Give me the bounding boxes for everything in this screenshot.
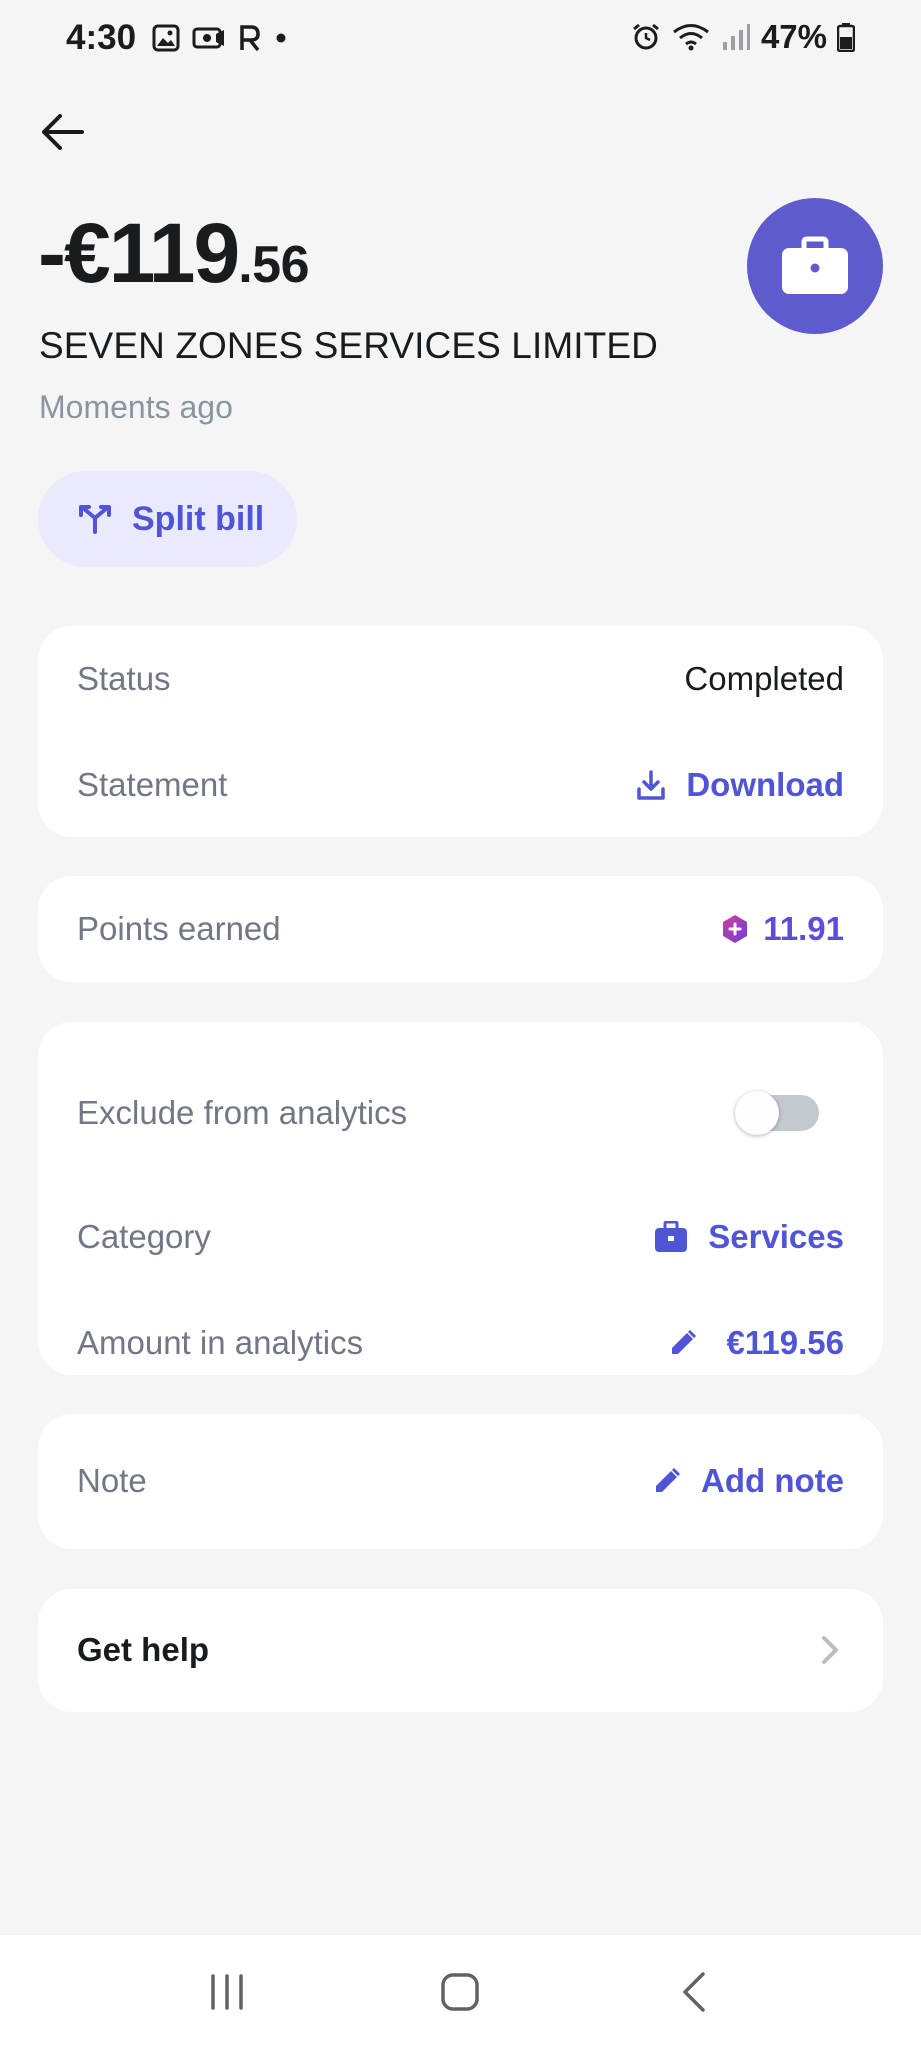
category-row[interactable]: Category Services [38,1202,883,1272]
briefcase-icon [782,236,848,294]
pencil-icon [671,1329,696,1354]
add-note-button[interactable]: Add note [653,1462,844,1500]
gallery-icon [152,24,180,52]
camera-icon [192,27,224,49]
category-text: Services [708,1218,844,1255]
status-left-icons [152,24,288,52]
amount-analytics-text: €119.56 [726,1324,844,1361]
amount-cents: .56 [238,236,310,294]
split-bill-label: Split bill [132,499,265,538]
merchant-name: SEVEN ZONES SERVICES LIMITED [39,325,658,366]
note-card[interactable]: Note Add note [38,1414,883,1549]
alarm-icon [633,23,659,50]
amount-analytics-row[interactable]: Amount in analytics €119.56 [38,1308,883,1378]
pencil-icon [656,1467,681,1492]
download-statement-button[interactable]: Download [636,766,844,804]
statement-label: Statement [77,766,228,803]
status-row: Status Completed [38,644,883,714]
dot-icon [276,33,286,43]
analytics-card: Exclude from analytics Category Services… [38,1022,883,1375]
help-card[interactable]: Get help [38,1589,883,1712]
toggle-knob [735,1091,779,1135]
wifi-icon [673,24,709,51]
points-row: Points earned 11.91 [38,894,883,964]
amount-main: -€119 [38,206,240,300]
exclude-analytics-label: Exclude from analytics [77,1094,408,1131]
status-value: Completed [684,660,844,697]
chevron-right-icon [822,1636,838,1664]
download-label: Download [686,766,844,803]
status-bar: 4:30 47% [0,0,921,76]
status-label: Status [77,660,171,697]
category-value[interactable]: Services [654,1218,844,1256]
category-label: Category [77,1218,211,1255]
split-bill-button[interactable]: Split bill [38,471,297,567]
split-icon [79,505,111,534]
back-nav-icon [683,1971,705,2012]
exclude-analytics-toggle[interactable] [735,1091,819,1135]
r-icon [240,25,260,52]
back-button[interactable] [38,108,86,156]
statement-row[interactable]: Statement Download [38,750,883,820]
details-card: Status Completed Statement Download [38,626,883,837]
help-row[interactable]: Get help [38,1615,883,1685]
arrow-left-icon [42,114,84,150]
recent-apps-button[interactable] [187,1952,267,2032]
status-time: 4:30 [66,18,137,57]
system-nav-bar [0,1935,921,2048]
points-card: Points earned 11.91 [38,876,883,982]
battery-icon [837,23,855,52]
home-icon [441,1972,480,2011]
recent-apps-icon [211,1973,243,2010]
points-label: Points earned [77,910,281,947]
exclude-analytics-row[interactable]: Exclude from analytics [38,1078,883,1148]
battery-percent: 47% [760,18,827,55]
amount-analytics-value[interactable]: €119.56 [669,1324,844,1362]
transaction-amount: -€119 .56 [38,205,310,302]
status-right-icons: 47% [631,18,855,56]
briefcase-icon [655,1221,688,1252]
transaction-time: Moments ago [39,389,233,425]
add-note-label: Add note [701,1462,844,1499]
get-help-label: Get help [77,1631,210,1668]
home-button[interactable] [420,1952,500,2032]
points-number: 11.91 [763,910,844,947]
download-icon [637,770,666,800]
amount-analytics-label: Amount in analytics [77,1324,364,1361]
points-hexagon-icon [723,915,748,943]
points-value: 11.91 [721,910,844,948]
note-row[interactable]: Note Add note [38,1446,883,1516]
back-nav-button[interactable] [654,1952,734,2032]
merchant-avatar [747,198,883,334]
signal-icon [722,24,750,50]
note-label: Note [77,1462,147,1499]
